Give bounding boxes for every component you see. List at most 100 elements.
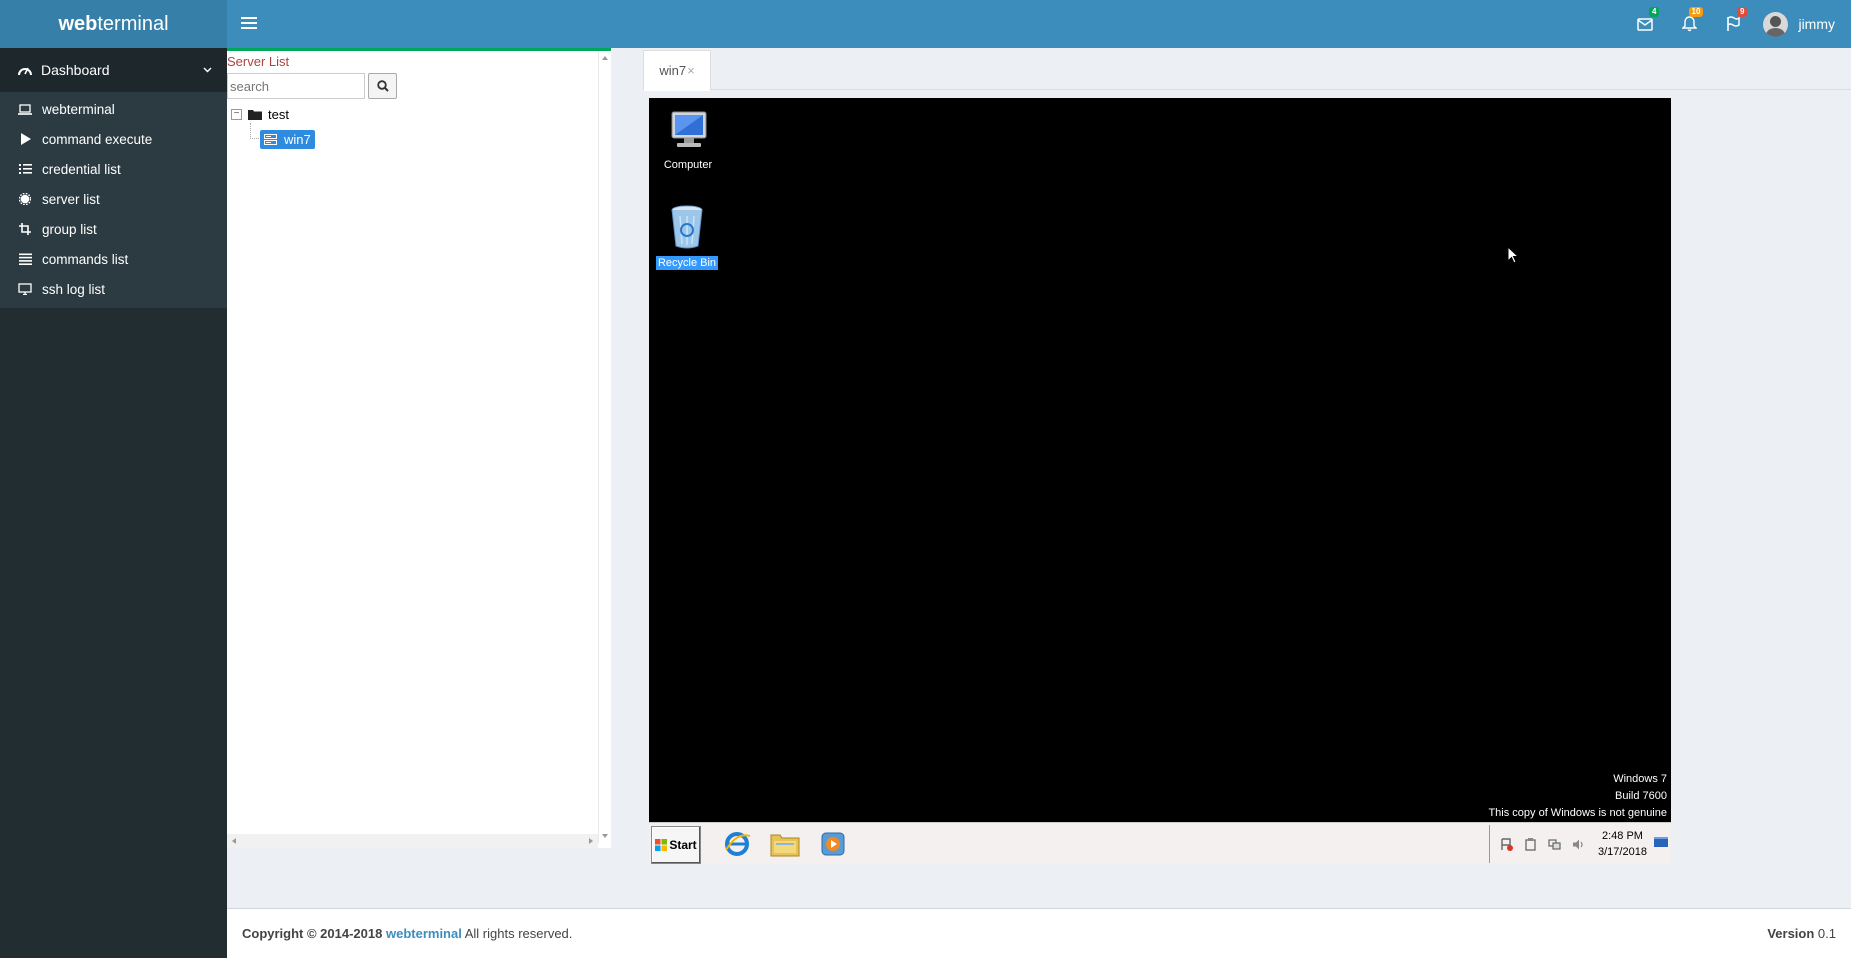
remote-desktop-screen[interactable]: Computer Recycle Bin Windows 7 Build 760… (649, 98, 1671, 822)
panel-vertical-scrollbar[interactable] (598, 51, 611, 843)
tab-label: win7 (659, 63, 687, 78)
page-footer: Copyright © 2014-2018 webterminal All ri… (227, 908, 1851, 958)
app-logo[interactable]: webterminal (0, 0, 227, 48)
taskbar-internet-explorer[interactable] (721, 829, 753, 859)
logo-bold: web (58, 13, 98, 35)
sidebar-dashboard-label: Dashboard (41, 62, 110, 78)
desktop-icon-label: Recycle Bin (655, 256, 719, 270)
sidebar-item-webterminal[interactable]: webterminal (0, 94, 227, 124)
notifications-badge: 10 (1688, 7, 1704, 17)
tree-server-label: win7 (284, 132, 311, 147)
user-name: jimmy (1798, 16, 1835, 32)
sidebar-toggle-button[interactable] (241, 14, 257, 34)
windows-watermark: Windows 7 Build 7600 This copy of Window… (1488, 771, 1667, 822)
server-search (227, 73, 397, 99)
panel-title: Server List (227, 54, 290, 69)
gear-icon (18, 193, 32, 205)
taskbar-explorer[interactable] (769, 829, 801, 859)
tree-group-test[interactable]: − test (231, 102, 315, 127)
volume-icon[interactable] (1572, 838, 1585, 851)
tree-server-selected[interactable]: win7 (260, 130, 315, 149)
scroll-right-icon[interactable] (589, 838, 593, 844)
sidebar-menu: webterminal command execute credential l… (0, 92, 227, 308)
start-button[interactable]: Start (651, 826, 701, 864)
play-icon (18, 133, 32, 145)
action-center-icon[interactable] (1500, 837, 1513, 851)
desktop-icon-computer[interactable]: Computer (654, 108, 722, 172)
sidebar: Dashboard webterminal command execute cr… (0, 48, 227, 958)
scroll-left-icon[interactable] (232, 838, 236, 844)
windows-logo-icon (655, 839, 668, 851)
copyright-text: Copyright © 2014-2018 (242, 926, 383, 941)
messages-badge: 4 (1649, 7, 1660, 17)
sidebar-item-ssh-log-list[interactable]: ssh log list (0, 274, 227, 304)
sidebar-item-label: ssh log list (42, 281, 106, 297)
search-icon (376, 80, 389, 92)
tab-win7[interactable]: win7 × (643, 50, 711, 91)
network-icon[interactable] (1548, 838, 1561, 851)
version-label: Version (1767, 926, 1815, 941)
user-menu[interactable]: jimmy (1755, 0, 1851, 48)
desktop-icon-label: Computer (663, 159, 713, 171)
flag-icon (1727, 16, 1741, 31)
list-ol-icon (18, 163, 32, 175)
crop-icon (18, 223, 32, 235)
bell-icon (1681, 16, 1697, 32)
sidebar-item-label: group list (42, 221, 97, 237)
taskbar-media-player[interactable] (817, 829, 849, 859)
system-tray: 2:48 PM 3/17/2018 (1489, 825, 1671, 863)
logo-rest: terminal (97, 13, 169, 35)
laptop-icon (18, 103, 32, 115)
envelope-icon (1637, 17, 1654, 31)
scroll-up-icon[interactable] (602, 56, 608, 60)
list-icon (18, 253, 32, 265)
windows-taskbar: Start 2:48 PM 3/17/2018 (649, 822, 1671, 864)
device-icon[interactable] (1524, 837, 1537, 851)
collapse-toggle-icon[interactable]: − (231, 109, 242, 120)
footer-version: Version 0.1 (1767, 926, 1836, 941)
sidebar-item-group-list[interactable]: group list (0, 214, 227, 244)
desktop-icon-recycle-bin[interactable]: Recycle Bin (653, 204, 721, 270)
tasks-button[interactable]: 9 (1711, 0, 1755, 48)
panel-horizontal-scrollbar[interactable] (227, 834, 598, 848)
sidebar-item-commands-list[interactable]: commands list (0, 244, 227, 274)
notifications-button[interactable]: 10 (1667, 0, 1711, 48)
top-navbar: 4 10 9 jimmy (227, 0, 1851, 48)
sidebar-item-label: credential list (42, 161, 121, 177)
sidebar-item-label: commands list (42, 251, 129, 267)
search-input[interactable] (227, 73, 365, 99)
computer-icon (671, 111, 707, 147)
tasks-badge: 9 (1737, 7, 1748, 17)
tree-server-win7[interactable]: win7 (250, 123, 315, 152)
scroll-down-icon[interactable] (602, 834, 608, 838)
start-label: Start (669, 838, 697, 852)
avatar (1763, 11, 1789, 37)
footer-brand-link[interactable]: webterminal (386, 926, 462, 941)
sidebar-item-server-list[interactable]: server list (0, 184, 227, 214)
watermark-line: Build 7600 (1615, 790, 1667, 802)
remote-desktop-canvas[interactable]: Computer Recycle Bin Windows 7 Build 760… (649, 98, 1671, 864)
tree-group-label: test (268, 107, 289, 122)
server-tree: − test win7 (231, 102, 315, 152)
mouse-cursor-icon (1507, 246, 1519, 264)
folder-icon (248, 110, 262, 120)
sidebar-item-command-execute[interactable]: command execute (0, 124, 227, 154)
media-player-icon (821, 832, 845, 856)
close-icon[interactable]: × (687, 63, 695, 78)
folder-icon (770, 834, 800, 857)
messages-button[interactable]: 4 (1623, 0, 1667, 48)
sidebar-item-label: command execute (42, 131, 153, 147)
rights-text: All rights reserved. (464, 926, 573, 941)
sidebar-item-credential-list[interactable]: credential list (0, 154, 227, 184)
search-button[interactable] (368, 73, 397, 99)
sidebar-item-label: server list (42, 191, 100, 207)
server-icon (264, 134, 277, 145)
dashboard-icon (18, 67, 32, 76)
sidebar-dashboard[interactable]: Dashboard (0, 48, 227, 92)
clock-date: 3/17/2018 (1598, 846, 1647, 858)
show-desktop-button[interactable] (1654, 837, 1668, 847)
taskbar-clock[interactable]: 2:48 PM 3/17/2018 (1598, 828, 1647, 860)
internet-explorer-icon (725, 832, 751, 856)
clock-time: 2:48 PM (1601, 830, 1643, 842)
navbar-right: 4 10 9 jimmy (1623, 0, 1851, 48)
